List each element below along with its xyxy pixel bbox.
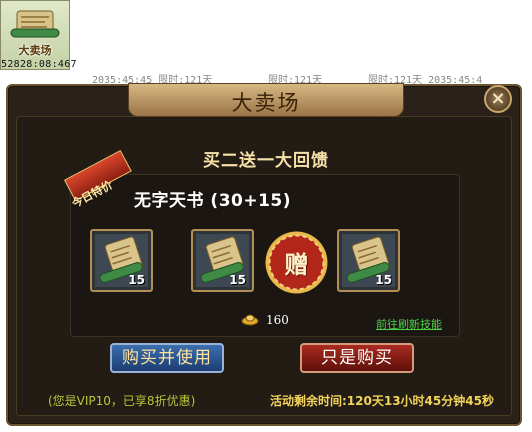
item-slot[interactable]: 15 [191, 229, 254, 292]
item-count: 15 [128, 273, 145, 287]
daily-deal-ribbon: 今日特价 [64, 149, 132, 214]
panel-title: 大卖场 [231, 91, 301, 115]
buy-and-use-button[interactable]: 购买并使用 [110, 343, 224, 373]
gift-label: 赠 [284, 251, 309, 279]
item-count: 15 [375, 273, 392, 287]
gold-ingot-icon [241, 314, 259, 326]
vip-discount-note: (您是VIP10，已享8折优惠) [48, 394, 196, 408]
title-bar: 大卖场 [128, 83, 404, 117]
scroll-icon [10, 10, 60, 38]
thumbnail-label: 大卖场 [18, 44, 52, 57]
refresh-skill-link[interactable]: 前往刷新技能 [376, 316, 442, 332]
thumbnail-coords: 52828:08:467 [1, 59, 77, 70]
close-button[interactable]: × [484, 85, 512, 113]
offer-heading: 买二送一大回馈 [203, 151, 329, 171]
price-value: 160 [266, 313, 289, 327]
gift-badge: 赠 [263, 229, 330, 296]
shop-thumbnail[interactable]: 大卖场 52828:08:467 [0, 0, 77, 70]
item-slot[interactable]: 15 [90, 229, 153, 292]
remaining-time: 活动剩余时间:120天13小时45分钟45秒 [270, 394, 494, 408]
item-slot[interactable]: 15 [337, 229, 400, 292]
buy-only-button[interactable]: 只是购买 [300, 343, 414, 373]
item-count: 15 [229, 273, 246, 287]
item-name: 无字天书 (30+15) [134, 191, 292, 211]
